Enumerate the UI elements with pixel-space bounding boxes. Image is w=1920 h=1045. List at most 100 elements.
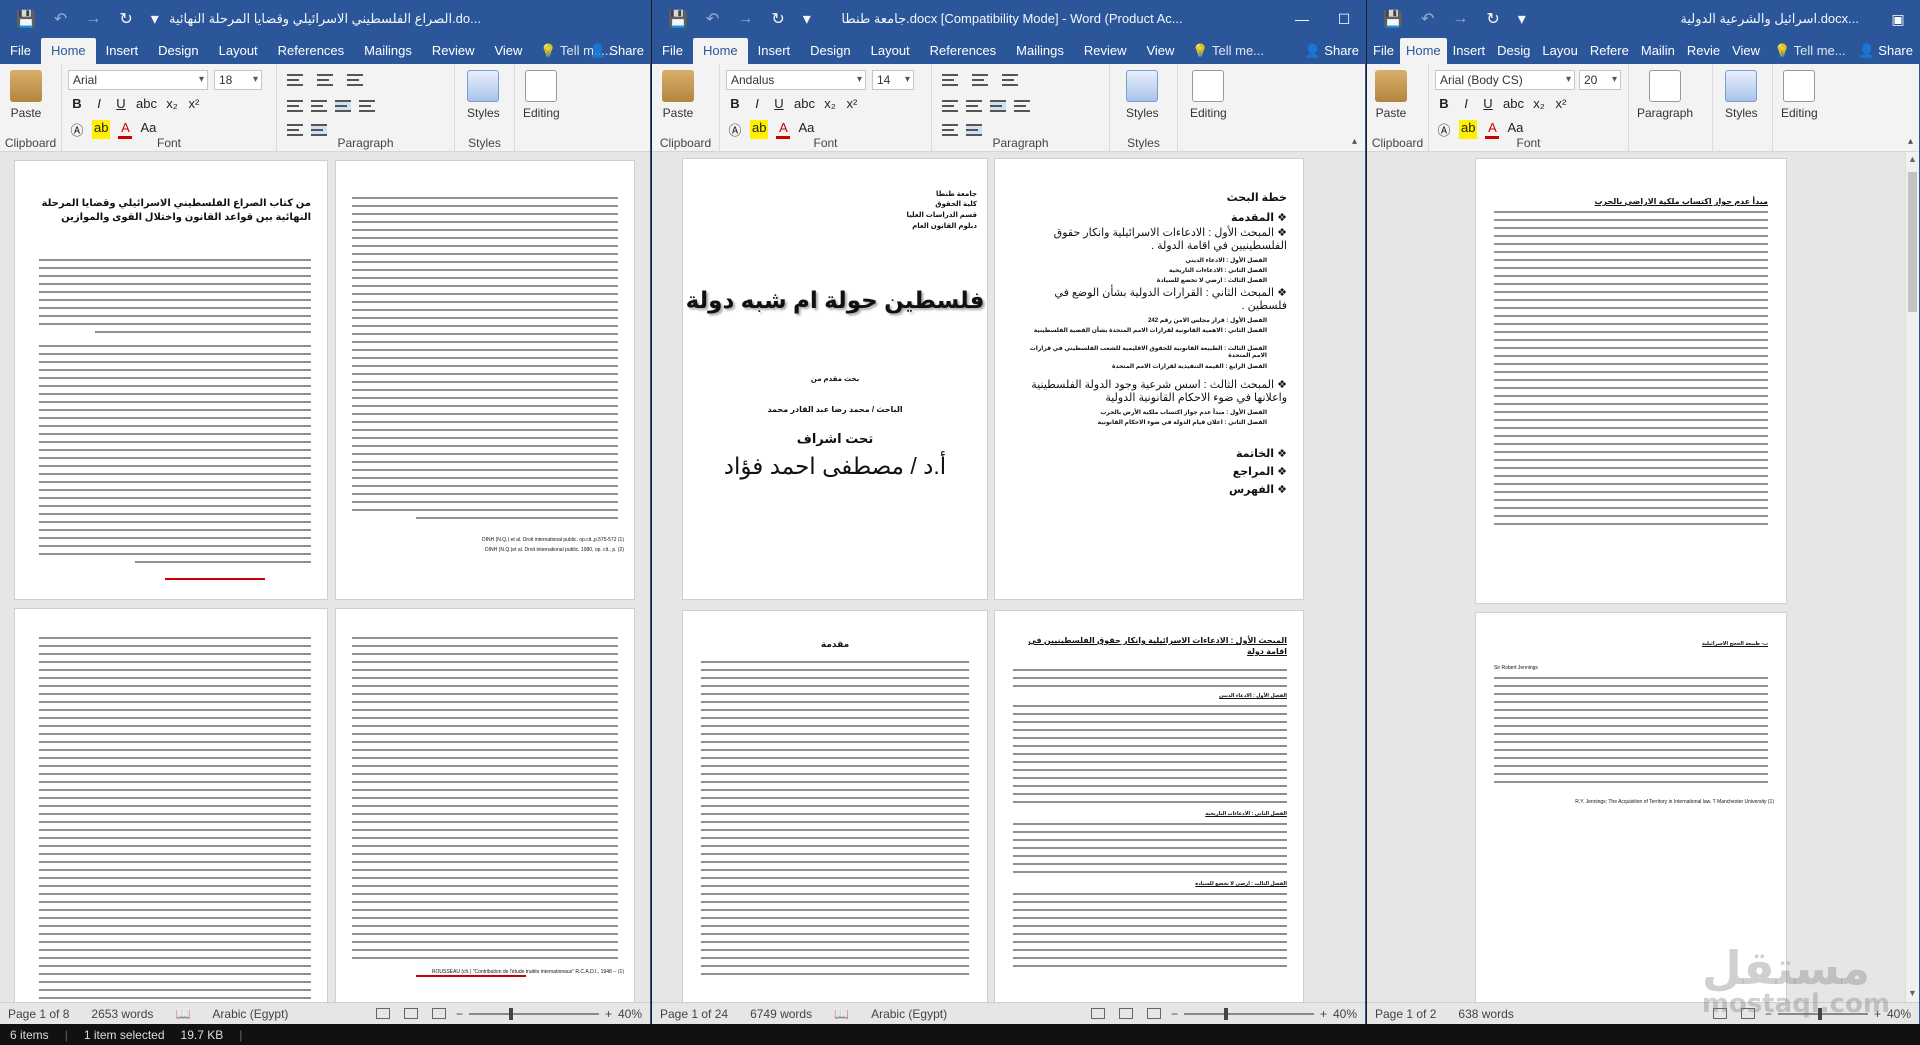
font-size-box[interactable]: 18 xyxy=(214,70,262,90)
status-page[interactable]: Page 1 of 24 xyxy=(660,1007,728,1021)
align-center-icon[interactable] xyxy=(966,100,982,112)
undo-icon[interactable]: ↶ xyxy=(1421,9,1434,29)
tab-mailings[interactable]: Mailings xyxy=(1006,38,1074,64)
ltr-icon[interactable] xyxy=(287,124,303,136)
multilevel-list-icon[interactable] xyxy=(1002,74,1018,86)
status-page[interactable]: Page 1 of 8 xyxy=(8,1007,69,1021)
bold-button[interactable]: B xyxy=(70,96,84,111)
status-language[interactable]: Arabic (Egypt) xyxy=(871,1007,947,1021)
proofing-icon[interactable]: 📖 xyxy=(834,1007,849,1021)
save-icon[interactable]: 💾 xyxy=(668,9,688,29)
zoom-slider[interactable] xyxy=(468,1007,599,1020)
tab-layout[interactable]: Layout xyxy=(861,38,920,64)
zoom-level[interactable]: 40% xyxy=(1333,1007,1357,1021)
customize-dropdown-icon[interactable]: ▾ xyxy=(803,9,811,29)
zoom-in-button[interactable]: + xyxy=(605,1007,612,1021)
tab-review[interactable]: Review xyxy=(422,38,485,64)
status-words[interactable]: 638 words xyxy=(1458,1007,1513,1021)
rtl-icon[interactable] xyxy=(311,124,327,136)
tab-file[interactable]: File xyxy=(652,38,693,64)
tab-view[interactable]: View xyxy=(1136,38,1184,64)
collapse-ribbon-icon[interactable]: ▴ xyxy=(1908,136,1913,147)
refresh-icon[interactable]: ↻ xyxy=(1486,9,1499,29)
multilevel-list-icon[interactable] xyxy=(347,74,363,86)
customize-dropdown-icon[interactable]: ▾ xyxy=(1518,9,1526,29)
align-right-icon[interactable] xyxy=(335,100,351,112)
tab-references[interactable]: Refere xyxy=(1584,38,1635,64)
scroll-up-icon[interactable]: ▲ xyxy=(1906,154,1919,164)
zoom-slider[interactable] xyxy=(1183,1007,1314,1020)
tab-insert[interactable]: Insert xyxy=(748,38,801,64)
strikethrough-button[interactable]: abc xyxy=(1503,96,1524,111)
numbering-icon[interactable] xyxy=(972,74,988,86)
styles-button[interactable]: Styles xyxy=(467,70,500,120)
status-words[interactable]: 6749 words xyxy=(750,1007,812,1021)
paste-button[interactable]: Paste xyxy=(10,70,42,120)
collapse-ribbon-icon[interactable]: ▴ xyxy=(1352,136,1357,147)
share-button[interactable]: 👤 Share xyxy=(589,38,644,64)
superscript-button[interactable]: x² xyxy=(845,96,859,111)
align-right-icon[interactable] xyxy=(990,100,1006,112)
undo-icon[interactable]: ↶ xyxy=(54,9,67,29)
italic-button[interactable]: I xyxy=(1459,96,1473,111)
editing-button[interactable]: Editing xyxy=(1190,70,1227,120)
customize-dropdown-icon[interactable]: ▾ xyxy=(151,9,159,29)
subscript-button[interactable]: x₂ xyxy=(165,96,179,111)
justify-icon[interactable] xyxy=(1014,100,1030,112)
tab-insert[interactable]: Insert xyxy=(96,38,149,64)
web-layout-icon[interactable] xyxy=(431,1008,446,1019)
tab-file[interactable]: File xyxy=(1367,38,1400,64)
font-name-box[interactable]: Andalus xyxy=(726,70,866,90)
share-button[interactable]: 👤 Share xyxy=(1858,38,1913,64)
paragraph-button[interactable]: Paragraph xyxy=(1637,70,1693,120)
vertical-scrollbar[interactable]: ▲ ▼ xyxy=(1905,152,1919,1024)
redo-arrow-icon[interactable]: → xyxy=(737,10,753,28)
rtl-icon[interactable] xyxy=(966,124,982,136)
status-page[interactable]: Page 1 of 2 xyxy=(1375,1007,1436,1021)
align-left-icon[interactable] xyxy=(942,100,958,112)
tell-me-search[interactable]: 💡 Tell me... xyxy=(1766,38,1854,64)
underline-button[interactable]: U xyxy=(114,96,128,111)
status-words[interactable]: 2653 words xyxy=(91,1007,153,1021)
tab-design[interactable]: Desig xyxy=(1491,38,1536,64)
print-layout-icon[interactable] xyxy=(1118,1008,1133,1019)
font-size-box[interactable]: 14 xyxy=(872,70,914,90)
tell-me-search[interactable]: 💡 Tell me... xyxy=(1184,38,1272,64)
tab-home[interactable]: Home xyxy=(1399,38,1447,64)
ribbon-display-icon[interactable]: ▣ xyxy=(1877,0,1919,38)
underline-button[interactable]: U xyxy=(1481,96,1495,111)
tab-file[interactable]: File xyxy=(0,38,41,64)
tab-references[interactable]: References xyxy=(920,38,1006,64)
zoom-level[interactable]: 40% xyxy=(1887,1007,1911,1021)
bullets-icon[interactable] xyxy=(942,74,958,86)
save-icon[interactable]: 💾 xyxy=(1383,9,1403,29)
ltr-icon[interactable] xyxy=(942,124,958,136)
tab-review[interactable]: Revie xyxy=(1681,38,1726,64)
zoom-out-button[interactable]: − xyxy=(456,1007,463,1021)
align-center-icon[interactable] xyxy=(311,100,327,112)
paste-button[interactable]: Paste xyxy=(1375,70,1407,120)
minimize-icon[interactable]: — xyxy=(1281,0,1323,38)
superscript-button[interactable]: x² xyxy=(187,96,201,111)
zoom-level[interactable]: 40% xyxy=(618,1007,642,1021)
italic-button[interactable]: I xyxy=(750,96,764,111)
scroll-thumb[interactable] xyxy=(1908,172,1917,312)
font-name-box[interactable]: Arial xyxy=(68,70,208,90)
save-icon[interactable]: 💾 xyxy=(16,9,36,29)
numbering-icon[interactable] xyxy=(317,74,333,86)
strikethrough-button[interactable]: abc xyxy=(794,96,815,111)
editing-button[interactable]: Editing xyxy=(1781,70,1818,120)
styles-button[interactable]: Styles xyxy=(1126,70,1159,120)
maximize-icon[interactable]: ☐ xyxy=(1323,0,1365,38)
tab-insert[interactable]: Insert xyxy=(1447,38,1492,64)
tab-design[interactable]: Design xyxy=(800,38,860,64)
paste-button[interactable]: Paste xyxy=(662,70,694,120)
tab-home[interactable]: Home xyxy=(40,38,96,64)
proofing-icon[interactable]: 📖 xyxy=(175,1007,190,1021)
status-language[interactable]: Arabic (Egypt) xyxy=(212,1007,288,1021)
tab-mailings[interactable]: Mailin xyxy=(1635,38,1681,64)
tab-layout[interactable]: Layou xyxy=(1536,38,1583,64)
tab-references[interactable]: References xyxy=(268,38,354,64)
justify-icon[interactable] xyxy=(359,100,375,112)
bullets-icon[interactable] xyxy=(287,74,303,86)
